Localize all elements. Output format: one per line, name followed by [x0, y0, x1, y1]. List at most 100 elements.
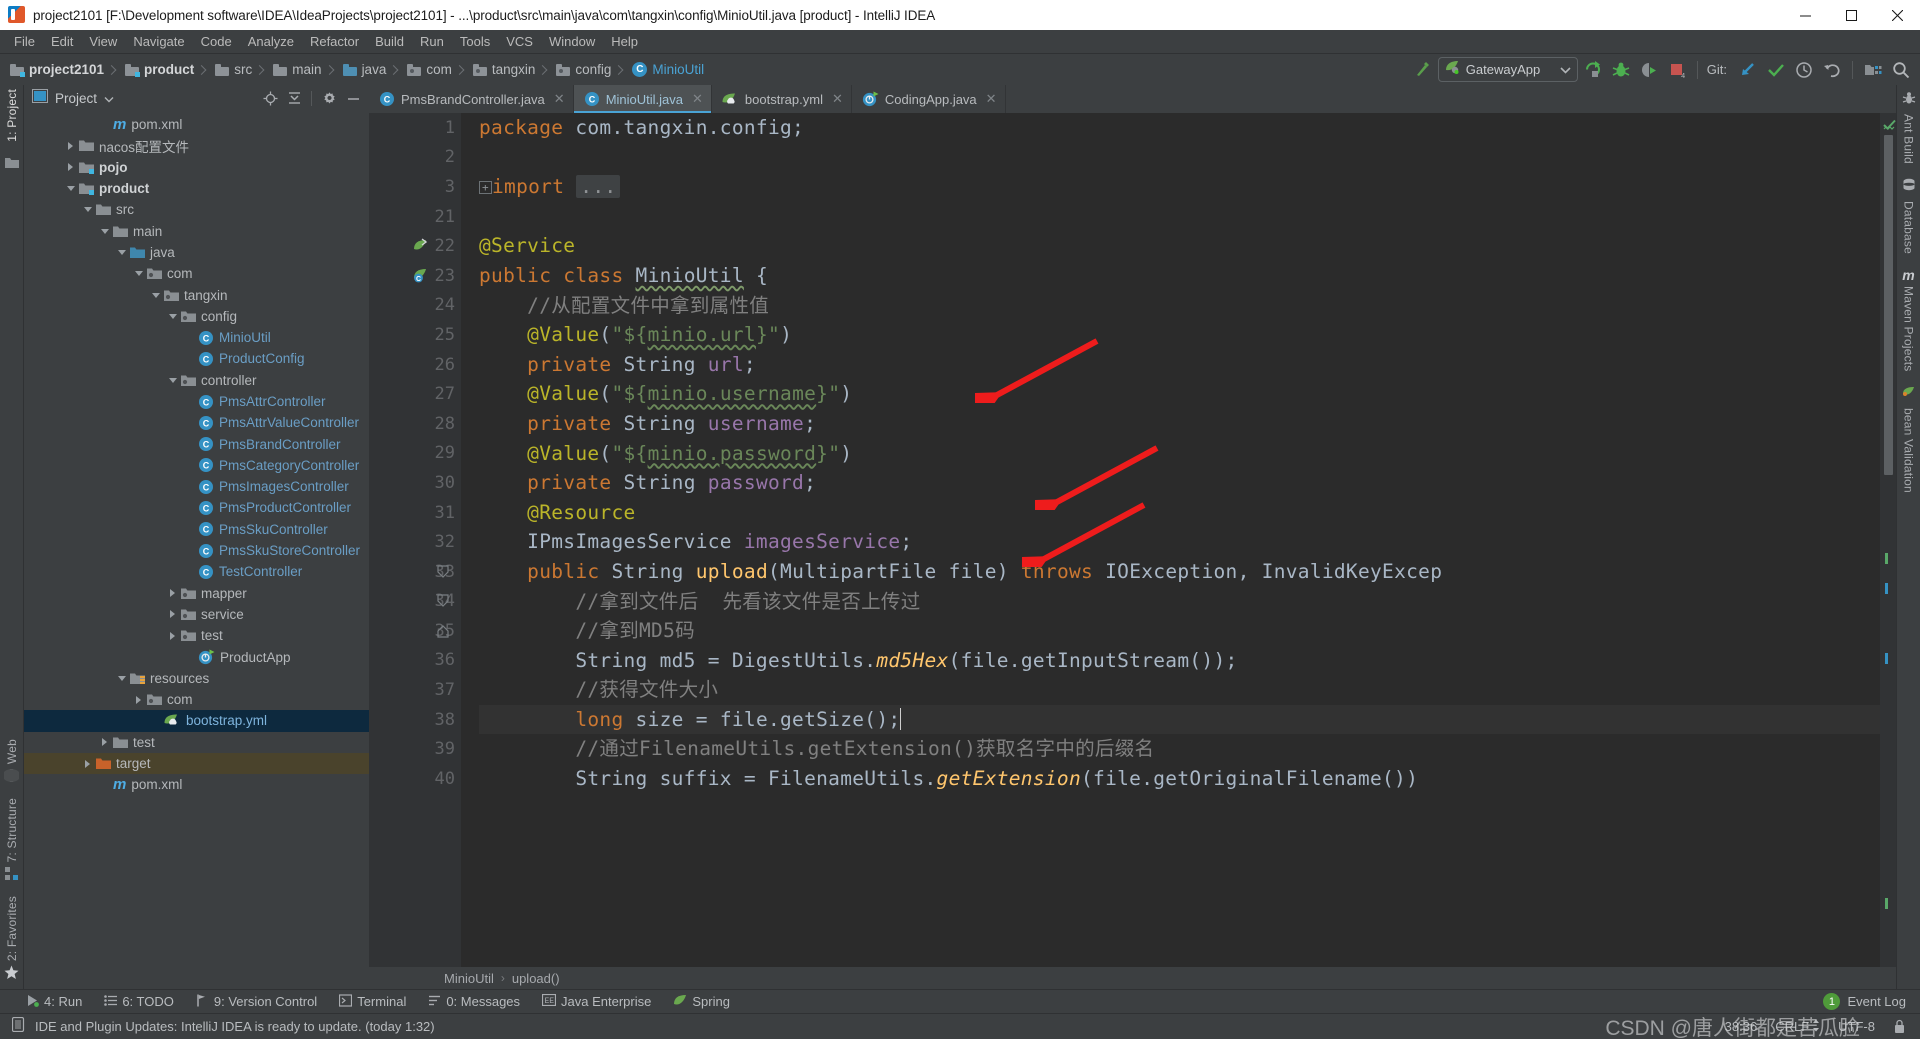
chevron-down-icon[interactable]: [149, 289, 162, 302]
collapse-all-icon[interactable]: [284, 89, 304, 109]
code-line[interactable]: + import ...: [479, 172, 1880, 202]
code-line[interactable]: String suffix = FilenameUtils.getExtensi…: [479, 764, 1880, 794]
menu-vcs[interactable]: VCS: [498, 32, 541, 51]
editor-code[interactable]: package com.tangxin.config; + import ... @S…: [461, 113, 1880, 967]
sidebar-item-project[interactable]: 1: Project: [5, 89, 19, 142]
code-line[interactable]: long size = file.getSize();: [479, 704, 1880, 735]
tree-item-tangxin[interactable]: tangxin: [24, 284, 369, 305]
code-line[interactable]: //从配置文件中拿到属性值: [479, 291, 1880, 321]
sidebar-item-ant-build[interactable]: Ant Build: [1902, 91, 1916, 164]
code-editor[interactable]: 1 2 3 21 22 23 24 25 26 27 28 29 30 31 32 33 34 35 36 37 38 3…: [369, 113, 1896, 967]
menu-code[interactable]: Code: [193, 32, 240, 51]
debug-icon[interactable]: [1608, 57, 1634, 83]
breadcrumb-tangxin[interactable]: tangxin: [467, 57, 551, 83]
code-line[interactable]: private String password;: [479, 468, 1880, 498]
code-line[interactable]: IPmsImagesService imagesService;: [479, 527, 1880, 557]
menu-edit[interactable]: Edit: [43, 32, 81, 51]
chevron-down-icon[interactable]: [81, 203, 94, 216]
sidebar-item-web[interactable]: Web: [2, 739, 21, 788]
run-with-coverage-icon[interactable]: [1636, 57, 1662, 83]
tree-item-pmscategorycontroller[interactable]: C PmsCategoryController: [24, 455, 369, 476]
tool-window-run[interactable]: 4: Run: [26, 994, 82, 1010]
menu-navigate[interactable]: Navigate: [125, 32, 192, 51]
build-icon[interactable]: [1410, 57, 1436, 83]
editor-tab-bootstrap-yml[interactable]: bootstrap.yml ✕: [712, 85, 852, 113]
code-line[interactable]: @Resource: [479, 498, 1880, 528]
editor-tab-codingapp-java[interactable]: CodingApp.java ✕: [852, 85, 1006, 113]
tree-item-src[interactable]: src: [24, 199, 369, 220]
run-icon[interactable]: [1580, 57, 1606, 83]
tree-item-resources[interactable]: resources: [24, 668, 369, 689]
tool-window-todo[interactable]: 6: TODO: [104, 994, 174, 1010]
tool-window-messages[interactable]: 0: Messages: [428, 994, 520, 1010]
editor-marker-column[interactable]: [1880, 113, 1896, 967]
chevron-down-icon[interactable]: [64, 182, 77, 195]
code-line[interactable]: //通过FilenameUtils.getExtension()获取名字中的后缀…: [479, 734, 1880, 764]
menu-view[interactable]: View: [81, 32, 125, 51]
code-line[interactable]: public String upload(MultipartFile file)…: [479, 557, 1880, 587]
chevron-right-icon[interactable]: [81, 757, 94, 770]
code-line[interactable]: @Service: [479, 231, 1880, 261]
tool-window-java-enterprise[interactable]: EE Java Enterprise: [541, 993, 651, 1009]
tree-item-pmsbrandcontroller[interactable]: C PmsBrandController: [24, 433, 369, 454]
tree-item-config[interactable]: config: [24, 306, 369, 327]
editor-tab-pmsbrandcontroller-java[interactable]: C PmsBrandController.java ✕: [369, 85, 574, 113]
sidebar-item-favorites[interactable]: 2: Favorites: [4, 896, 19, 985]
breadcrumb-class[interactable]: MinioUtil: [444, 971, 494, 986]
tree-item-pom-xml[interactable]: m pom.xml: [24, 114, 369, 135]
lock-icon[interactable]: [1893, 1019, 1906, 1034]
tree-item-pmsattrcontroller[interactable]: C PmsAttrController: [24, 391, 369, 412]
menu-file[interactable]: File: [6, 32, 43, 51]
editor-gutter[interactable]: 1 2 3 21 22 23 24 25 26 27 28 29 30 31 32 33 34 35 36 37 38 3…: [369, 113, 461, 967]
sidebar-item-database[interactable]: Database: [1902, 178, 1916, 254]
tree-item-com[interactable]: com: [24, 263, 369, 284]
tree-item-testcontroller[interactable]: C TestController: [24, 561, 369, 582]
git-rollback-icon[interactable]: [1819, 57, 1845, 83]
spring-bean-gutter-icon[interactable]: [411, 231, 431, 261]
tree-item-productconfig[interactable]: C ProductConfig: [24, 348, 369, 369]
breadcrumb-com[interactable]: com: [401, 57, 467, 83]
chevron-down-icon[interactable]: [115, 672, 128, 685]
caret-position[interactable]: 38:36: [1725, 1019, 1758, 1034]
close-icon[interactable]: ✕: [554, 91, 565, 107]
file-encoding[interactable]: UTF-8: [1838, 1019, 1875, 1034]
project-structure-icon[interactable]: [1860, 57, 1886, 83]
tree-item-test[interactable]: test: [24, 732, 369, 753]
code-line[interactable]: @Value("${minio.username}"): [479, 379, 1880, 409]
code-line[interactable]: //获得文件大小: [479, 675, 1880, 705]
tree-item-pmsskucontroller[interactable]: C PmsSkuController: [24, 519, 369, 540]
close-icon[interactable]: ✕: [986, 91, 997, 107]
sidebar-item-maven-projects[interactable]: m Maven Projects: [1902, 268, 1916, 372]
menu-tools[interactable]: Tools: [452, 32, 498, 51]
code-line[interactable]: @Value("${minio.password}"): [479, 439, 1880, 469]
maximize-button[interactable]: [1828, 0, 1874, 30]
breadcrumb-java[interactable]: java: [337, 57, 402, 83]
tree-item-java[interactable]: java: [24, 242, 369, 263]
code-line[interactable]: public class MinioUtil {: [479, 261, 1880, 291]
breadcrumb-config[interactable]: config: [550, 57, 626, 83]
breadcrumb-minioutil[interactable]: C MinioUtil: [626, 57, 707, 83]
tree-item-nacos-[interactable]: nacos配置文件: [24, 135, 369, 156]
chevron-down-icon[interactable]: [104, 90, 114, 108]
chevron-down-icon[interactable]: [166, 310, 179, 323]
git-history-icon[interactable]: [1791, 57, 1817, 83]
close-icon[interactable]: ✕: [832, 91, 843, 107]
sidebar-item-structure[interactable]: 7: Structure: [4, 798, 19, 885]
tree-item-pmsskustorecontroller[interactable]: C PmsSkuStoreController: [24, 540, 369, 561]
tree-item-main[interactable]: main: [24, 220, 369, 241]
stop-icon[interactable]: 4: [1664, 57, 1690, 83]
tree-item-test[interactable]: test: [24, 625, 369, 646]
tree-item-minioutil[interactable]: C MinioUtil: [24, 327, 369, 348]
code-fold-expand-icon[interactable]: +: [479, 181, 492, 195]
event-log-button[interactable]: Event Log: [1847, 994, 1906, 1009]
tree-item-pmsimagescontroller[interactable]: C PmsImagesController: [24, 476, 369, 497]
tree-item-target[interactable]: target: [24, 752, 369, 775]
code-line[interactable]: @Value("${minio.url}"): [479, 320, 1880, 350]
code-fold-start-icon[interactable]: [433, 557, 453, 587]
tool-window-terminal[interactable]: Terminal: [339, 993, 406, 1010]
locate-icon[interactable]: [260, 89, 280, 109]
breadcrumb-src[interactable]: src: [209, 57, 267, 83]
tree-item-pom-xml[interactable]: m pom.xml: [24, 774, 369, 795]
tree-item-service[interactable]: service: [24, 604, 369, 625]
chevron-right-icon[interactable]: [166, 587, 179, 600]
